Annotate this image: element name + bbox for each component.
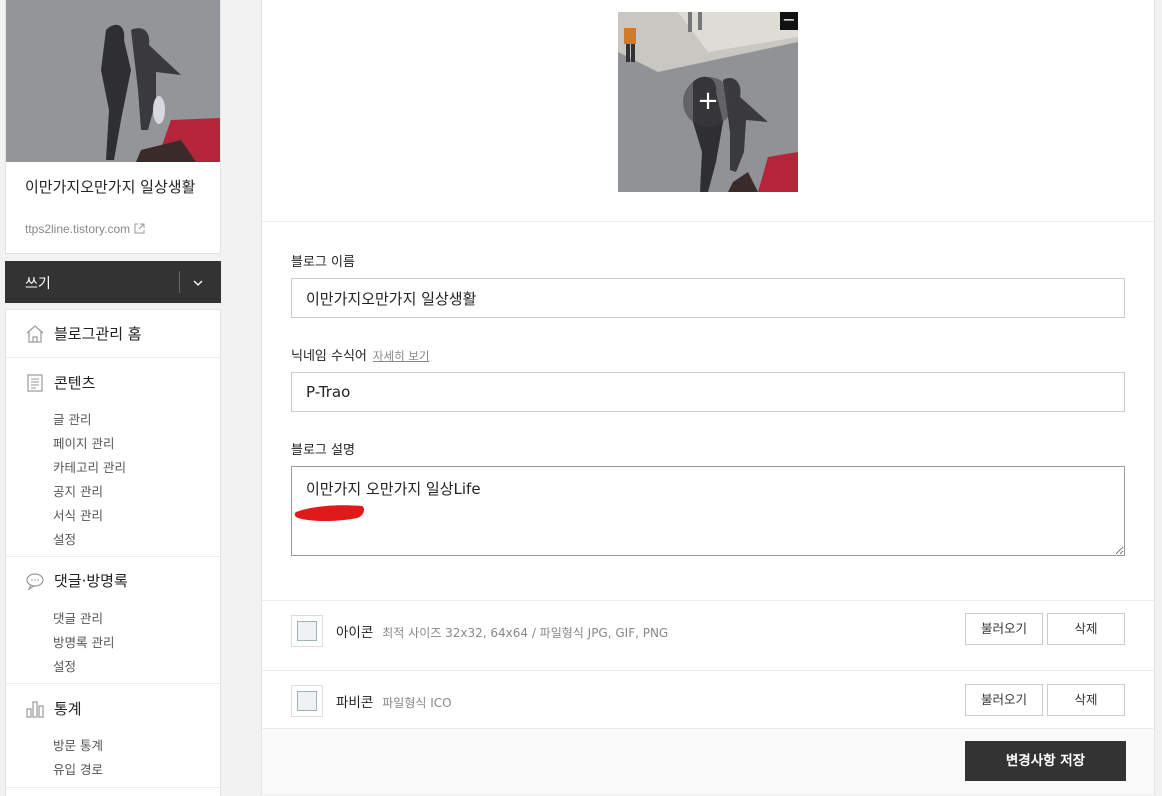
divider [262, 221, 1154, 222]
icon-setting-name: 아이콘 [336, 625, 374, 641]
bar-chart-icon [25, 699, 45, 719]
sidebar-item-contents[interactable]: 콘텐츠 [25, 372, 95, 393]
admin-menu: 블로그관리 홈 콘텐츠 글 관리 페이지 관리 카테고리 관리 공지 관리 서식… [5, 309, 221, 796]
sidebar-item-comments-settings[interactable]: 설정 [53, 656, 76, 675]
chevron-down-icon[interactable] [191, 275, 205, 289]
nickname-label-row: 닉네임 수식어 자세히 보기 [291, 345, 429, 364]
sidebar: 이만가지오만가지 일상생활 ttps2line.tistory.com 쓰기 블… [0, 0, 226, 796]
add-cover-button[interactable]: + [683, 77, 733, 127]
favicon-load-button[interactable]: 불러오기 [965, 684, 1043, 716]
sidebar-item-guestbook-manage[interactable]: 방명록 관리 [53, 632, 114, 651]
sidebar-item-notice-manage[interactable]: 공지 관리 [53, 481, 103, 500]
sidebar-item-template-manage[interactable]: 서식 관리 [53, 505, 103, 524]
icon-preview [297, 621, 317, 641]
nickname-label: 닉네임 수식어 [291, 349, 367, 364]
sidebar-item-referrer[interactable]: 유입 경로 [53, 759, 103, 778]
blog-settings-panel: + − 블로그 이름 닉네임 수식어 자세히 보기 블로그 설명 이만가지 오만가… [261, 0, 1155, 794]
sidebar-item-contents-label: 콘텐츠 [54, 374, 96, 392]
red-marker-scribble [294, 505, 365, 521]
menu-section-contents: 콘텐츠 글 관리 페이지 관리 카테고리 관리 공지 관리 서식 관리 설정 [6, 358, 220, 557]
write-label: 쓰기 [25, 276, 51, 292]
favicon-setting-title: 파비콘 파일형식 ICO [336, 691, 452, 711]
sidebar-item-stats[interactable]: 통계 [25, 698, 82, 719]
icon-setting-desc: 최적 사이즈 32x32, 64x64 / 파일형식 JPG, GIF, PNG [382, 626, 669, 640]
remove-cover-button[interactable]: − [780, 12, 798, 30]
sidebar-item-stats-label: 통계 [54, 700, 82, 718]
blog-description-textarea[interactable]: 이만가지 오만가지 일상Life [291, 466, 1125, 556]
favicon-thumbnail [291, 685, 323, 717]
icon-setting-row: 아이콘 최적 사이즈 32x32, 64x64 / 파일형식 JPG, GIF, … [262, 600, 1154, 670]
sidebar-item-home-label: 블로그관리 홈 [54, 325, 142, 343]
sidebar-item-comments[interactable]: 댓글·방명록 [25, 570, 128, 591]
sidebar-item-visit-stats[interactable]: 방문 통계 [53, 735, 103, 754]
profile-card: 이만가지오만가지 일상생활 ttps2line.tistory.com [5, 0, 221, 254]
speech-bubble-icon [25, 571, 45, 591]
blog-description-label: 블로그 설명 [291, 443, 355, 458]
save-changes-button[interactable]: 변경사항 저장 [965, 741, 1126, 781]
home-icon [25, 324, 45, 344]
external-link-icon[interactable] [134, 223, 145, 237]
sidebar-item-comment-manage[interactable]: 댓글 관리 [53, 608, 103, 627]
icon-setting-title: 아이콘 최적 사이즈 32x32, 64x64 / 파일형식 JPG, GIF, … [336, 621, 668, 641]
favicon-setting-name: 파비콘 [336, 695, 374, 711]
favicon-delete-button[interactable]: 삭제 [1047, 684, 1125, 716]
write-divider [179, 271, 180, 293]
nickname-input[interactable] [291, 372, 1125, 412]
sidebar-item-page-manage[interactable]: 페이지 관리 [53, 433, 114, 452]
sidebar-item-home[interactable]: 블로그관리 홈 [25, 323, 142, 344]
menu-section-stats: 통계 방문 통계 유입 경로 [6, 684, 220, 788]
favicon-setting-desc: 파일형식 ICO [382, 696, 452, 710]
sidebar-item-post-manage[interactable]: 글 관리 [53, 409, 91, 428]
blog-url-link[interactable]: ttps2line.tistory.com [25, 222, 145, 237]
icon-delete-button[interactable]: 삭제 [1047, 613, 1125, 645]
sidebar-item-category-manage[interactable]: 카테고리 관리 [53, 457, 126, 476]
blog-url-text[interactable]: ttps2line.tistory.com [25, 222, 130, 236]
icon-thumbnail [291, 615, 323, 647]
cover-image[interactable]: + − [618, 12, 798, 192]
menu-section-home: 블로그관리 홈 [6, 310, 220, 358]
blog-name-label: 블로그 이름 [291, 255, 355, 270]
sidebar-item-comments-label: 댓글·방명록 [54, 572, 128, 590]
blog-title[interactable]: 이만가지오만가지 일상생활 [25, 176, 205, 198]
document-icon [25, 373, 45, 393]
icon-load-button[interactable]: 불러오기 [965, 613, 1043, 645]
nickname-help-link[interactable]: 자세히 보기 [373, 349, 430, 363]
menu-section-comments: 댓글·방명록 댓글 관리 방명록 관리 설정 [6, 557, 220, 684]
profile-photo[interactable] [6, 0, 220, 162]
sidebar-item-contents-settings[interactable]: 설정 [53, 529, 76, 548]
write-button[interactable]: 쓰기 [5, 261, 221, 303]
blog-name-input[interactable] [291, 278, 1125, 318]
favicon-preview [297, 691, 317, 711]
